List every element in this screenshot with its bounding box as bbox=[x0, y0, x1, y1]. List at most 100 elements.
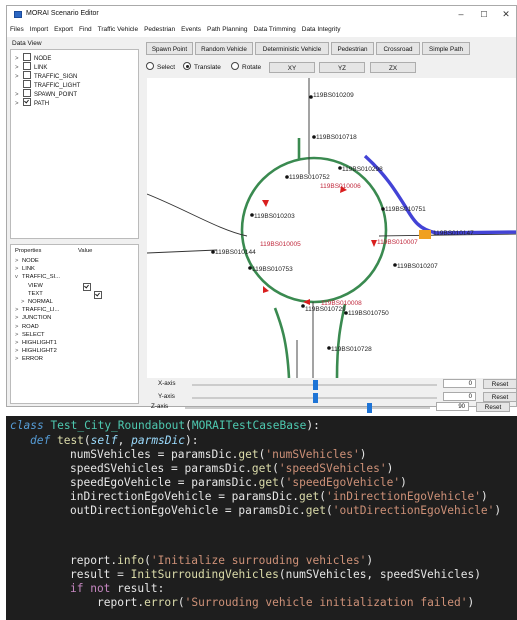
pedestrian-button[interactable]: Pedestrian bbox=[331, 42, 374, 55]
menu-find[interactable]: Find bbox=[76, 23, 95, 37]
property-row[interactable]: > ROAD bbox=[15, 323, 39, 331]
minimize-button[interactable]: – bbox=[452, 9, 470, 20]
simple-path-button[interactable]: Simple Path bbox=[422, 42, 470, 55]
rotate-radio[interactable]: Rotate bbox=[231, 62, 261, 71]
property-row[interactable]: > HIGHLIGHT2 bbox=[15, 347, 57, 355]
menu-path-planning[interactable]: Path Planning bbox=[204, 23, 250, 37]
map-viewport[interactable]: 119BS010209 119BS010718 119BS010752 119B… bbox=[147, 78, 517, 378]
chevron-right-icon[interactable]: > bbox=[15, 257, 22, 265]
z-axis-reset-button[interactable]: Reset bbox=[476, 402, 510, 412]
code-editor[interactable]: class Test_City_Roundabout(MORAITestCase… bbox=[6, 416, 517, 620]
ego-vehicle-icon[interactable] bbox=[419, 230, 431, 239]
crossroad-button[interactable]: Crossroad bbox=[376, 42, 420, 55]
menu-events[interactable]: Events bbox=[178, 23, 204, 37]
menu-files[interactable]: Files bbox=[7, 23, 27, 37]
property-label: NODE bbox=[22, 258, 39, 264]
roundabout-map[interactable]: 119BS010209 119BS010718 119BS010752 119B… bbox=[147, 78, 517, 378]
chevron-right-icon[interactable]: > bbox=[21, 298, 28, 306]
chevron-right-icon[interactable]: > bbox=[15, 314, 22, 322]
code-line: speedEgoVehicle = paramsDic.get('speedEg… bbox=[70, 476, 407, 489]
radio-icon[interactable] bbox=[146, 62, 154, 70]
tree-item-node[interactable]: > NODE bbox=[15, 53, 51, 62]
y-axis-handle[interactable] bbox=[312, 393, 318, 403]
x-axis-handle[interactable] bbox=[312, 380, 318, 390]
checkbox[interactable] bbox=[23, 53, 31, 61]
property-row[interactable]: > TRAFFIC_LI... bbox=[15, 306, 59, 314]
translate-radio[interactable]: Translate bbox=[183, 62, 221, 71]
chevron-right-icon[interactable]: > bbox=[15, 331, 22, 339]
title-bar: MORAI Scenario Editor – ☐ ✕ bbox=[7, 6, 516, 23]
west-lane-lower bbox=[147, 249, 218, 254]
property-row[interactable]: > NORMAL bbox=[21, 298, 53, 306]
chevron-right-icon[interactable]: > bbox=[15, 339, 22, 347]
tree-item-traffic-light[interactable]: TRAFFIC_LIGHT bbox=[15, 80, 80, 89]
menu-pedestrian[interactable]: Pedestrian bbox=[141, 23, 178, 37]
z-axis-handle[interactable] bbox=[366, 403, 372, 413]
y-axis-value[interactable]: 0 bbox=[443, 392, 476, 401]
property-label: SELECT bbox=[22, 331, 45, 338]
zx-plane-button[interactable]: ZX bbox=[370, 62, 416, 73]
maximize-button[interactable]: ☐ bbox=[475, 9, 493, 20]
property-row[interactable]: > NODE bbox=[15, 257, 39, 265]
chevron-right-icon[interactable]: > bbox=[15, 347, 22, 355]
tree-item-traffic-sign[interactable]: > TRAFFIC_SIGN bbox=[15, 71, 77, 80]
code-line: report.error('Surrouding vehicle initial… bbox=[97, 596, 475, 609]
menu-export[interactable]: Export bbox=[51, 23, 76, 37]
property-row[interactable]: VIEW bbox=[21, 282, 43, 290]
menu-import[interactable]: Import bbox=[27, 23, 51, 37]
checkbox[interactable] bbox=[23, 80, 31, 88]
selected-path[interactable] bbox=[363, 154, 517, 235]
property-label: ERROR bbox=[22, 356, 43, 363]
property-row[interactable]: > LINK bbox=[15, 265, 35, 273]
tree-item-path[interactable]: > PATH bbox=[15, 98, 49, 107]
property-row[interactable]: > ERROR bbox=[15, 355, 43, 363]
property-row[interactable]: > HIGHLIGHT1 bbox=[15, 339, 57, 347]
chevron-right-icon[interactable]: > bbox=[15, 306, 22, 314]
property-row[interactable]: TEXT bbox=[21, 290, 43, 298]
checkbox[interactable] bbox=[23, 71, 31, 79]
property-row[interactable]: v TRAFFIC_SI... bbox=[15, 273, 60, 281]
chevron-right-icon[interactable]: > bbox=[15, 100, 23, 109]
map-label: 119BS010147 bbox=[433, 230, 474, 237]
map-label: 119BS010144 bbox=[215, 249, 256, 256]
tree-item-spawn-point[interactable]: > SPAWN_POINT bbox=[15, 89, 77, 98]
chevron-right-icon[interactable]: > bbox=[15, 265, 22, 273]
property-label: TEXT bbox=[28, 290, 43, 297]
radio-selected-icon[interactable] bbox=[183, 62, 191, 70]
x-axis-value[interactable]: 0 bbox=[443, 379, 476, 388]
y-axis-reset-button[interactable]: Reset bbox=[483, 392, 516, 402]
checkbox-checked[interactable] bbox=[83, 282, 91, 291]
xy-plane-button[interactable]: XY bbox=[269, 62, 315, 73]
random-vehicle-button[interactable]: Random Vehicle bbox=[195, 42, 253, 55]
close-button[interactable]: ✕ bbox=[497, 9, 515, 20]
x-axis-reset-button[interactable]: Reset bbox=[483, 379, 516, 389]
south-road-edge-left bbox=[273, 307, 291, 378]
tree-item-link[interactable]: > LINK bbox=[15, 62, 47, 71]
spawn-point-button[interactable]: Spawn Point bbox=[146, 42, 193, 55]
checkbox-checked[interactable] bbox=[23, 98, 31, 106]
z-axis-slider[interactable] bbox=[185, 403, 430, 413]
checkbox[interactable] bbox=[23, 89, 31, 97]
menu-data-integrity[interactable]: Data Integrity bbox=[299, 23, 344, 37]
select-radio[interactable]: Select bbox=[146, 62, 175, 71]
x-axis-slider[interactable] bbox=[192, 380, 437, 390]
y-axis-slider[interactable] bbox=[192, 393, 437, 403]
z-axis-value[interactable]: 90 bbox=[436, 402, 469, 411]
chevron-down-icon[interactable]: v bbox=[15, 273, 22, 281]
chevron-right-icon[interactable]: > bbox=[15, 323, 22, 331]
property-row[interactable]: > JUNCTION bbox=[15, 314, 51, 322]
map-label: 119BS010209 bbox=[313, 92, 354, 99]
checkbox-checked[interactable] bbox=[94, 290, 102, 299]
code-line: result = InitSurroudingVehicles(numSVehi… bbox=[70, 568, 481, 581]
menu-traffic-vehicle[interactable]: Traffic Vehicle bbox=[95, 23, 141, 37]
chevron-right-icon[interactable]: > bbox=[15, 355, 22, 363]
radio-icon[interactable] bbox=[231, 62, 239, 70]
yz-plane-button[interactable]: YZ bbox=[319, 62, 365, 73]
menu-data-trimming[interactable]: Data Trimming bbox=[251, 23, 299, 37]
arrow-icon bbox=[262, 200, 269, 207]
checkbox[interactable] bbox=[23, 62, 31, 70]
map-label: 119BS010753 bbox=[252, 266, 293, 273]
property-row[interactable]: > SELECT bbox=[15, 331, 45, 339]
deterministic-vehicle-button[interactable]: Deterministic Vehicle bbox=[255, 42, 329, 55]
code-line: if not result: bbox=[70, 582, 165, 595]
